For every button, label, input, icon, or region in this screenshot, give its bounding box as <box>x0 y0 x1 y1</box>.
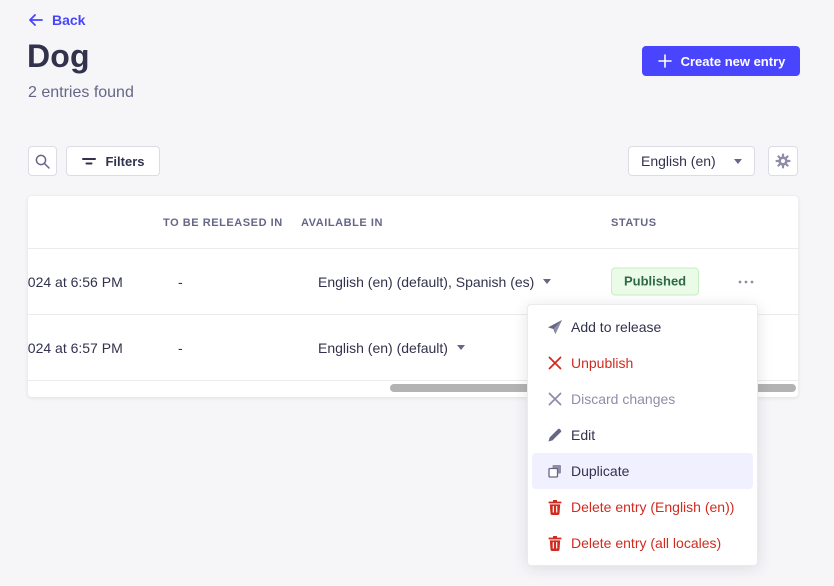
menu-item-edit[interactable]: Edit <box>528 417 757 453</box>
create-button-label: Create new entry <box>681 54 786 69</box>
trash-icon <box>547 499 563 515</box>
search-button[interactable] <box>28 146 57 176</box>
page-title: Dog <box>27 38 90 75</box>
filters-label: Filters <box>105 154 144 169</box>
back-label: Back <box>52 12 85 28</box>
trash-icon <box>547 535 563 551</box>
filters-button[interactable]: Filters <box>66 146 160 176</box>
row-more-options-button[interactable] <box>730 270 762 294</box>
menu-item-delete-entry-locale[interactable]: Delete entry (English (en)) <box>528 489 757 525</box>
cell-to-be-released-in: - <box>178 340 183 356</box>
pencil-icon <box>547 427 563 443</box>
row-context-menu: Add to release Unpublish Discard changes… <box>527 304 758 566</box>
chevron-down-icon[interactable] <box>457 345 465 350</box>
table-header-row: TO BE RELEASED IN AVAILABLE IN STATUS <box>28 196 798 249</box>
entries-count: 2 entries found <box>28 84 134 102</box>
create-new-entry-button[interactable]: Create new entry <box>642 46 800 76</box>
chevron-down-icon <box>734 159 742 164</box>
menu-item-label: Delete entry (English (en)) <box>571 499 734 515</box>
cell-updated-at: 2024 at 6:57 PM <box>28 340 123 356</box>
plus-icon <box>657 53 673 69</box>
filter-icon <box>81 153 97 169</box>
menu-item-label: Unpublish <box>571 355 633 371</box>
locale-selected-value: English (en) <box>641 153 716 169</box>
menu-item-discard-changes[interactable]: Discard changes <box>528 381 757 417</box>
menu-item-label: Delete entry (all locales) <box>571 535 721 551</box>
send-icon <box>547 319 563 335</box>
column-header-available-in: AVAILABLE IN <box>301 217 383 229</box>
cell-available-in: English (en) (default), Spanish (es) <box>318 274 534 290</box>
chevron-down-icon[interactable] <box>543 279 551 284</box>
status-badge: Published <box>611 267 699 296</box>
locale-select[interactable]: English (en) <box>628 146 755 176</box>
column-header-to-be-released-in: TO BE RELEASED IN <box>163 217 283 229</box>
cell-available-in: English (en) (default) <box>318 340 448 356</box>
menu-item-delete-entry-all-locales[interactable]: Delete entry (all locales) <box>528 525 757 561</box>
menu-item-unpublish[interactable]: Unpublish <box>528 345 757 381</box>
menu-item-label: Edit <box>571 427 595 443</box>
menu-item-duplicate[interactable]: Duplicate <box>532 453 753 489</box>
search-icon <box>34 153 51 170</box>
cross-icon <box>547 355 563 371</box>
back-link[interactable]: Back <box>28 12 85 28</box>
settings-button[interactable] <box>768 146 798 176</box>
menu-item-label: Add to release <box>571 319 661 335</box>
menu-item-label: Discard changes <box>571 391 675 407</box>
column-header-status: STATUS <box>611 217 657 229</box>
cross-icon <box>547 391 563 407</box>
duplicate-icon <box>547 463 563 479</box>
more-options-icon <box>737 279 755 285</box>
menu-item-label: Duplicate <box>571 463 629 479</box>
arrow-left-icon <box>28 12 44 28</box>
menu-item-add-to-release[interactable]: Add to release <box>528 309 757 345</box>
cell-updated-at: 2024 at 6:56 PM <box>28 274 123 290</box>
cell-to-be-released-in: - <box>178 274 183 290</box>
gear-icon <box>775 153 791 169</box>
